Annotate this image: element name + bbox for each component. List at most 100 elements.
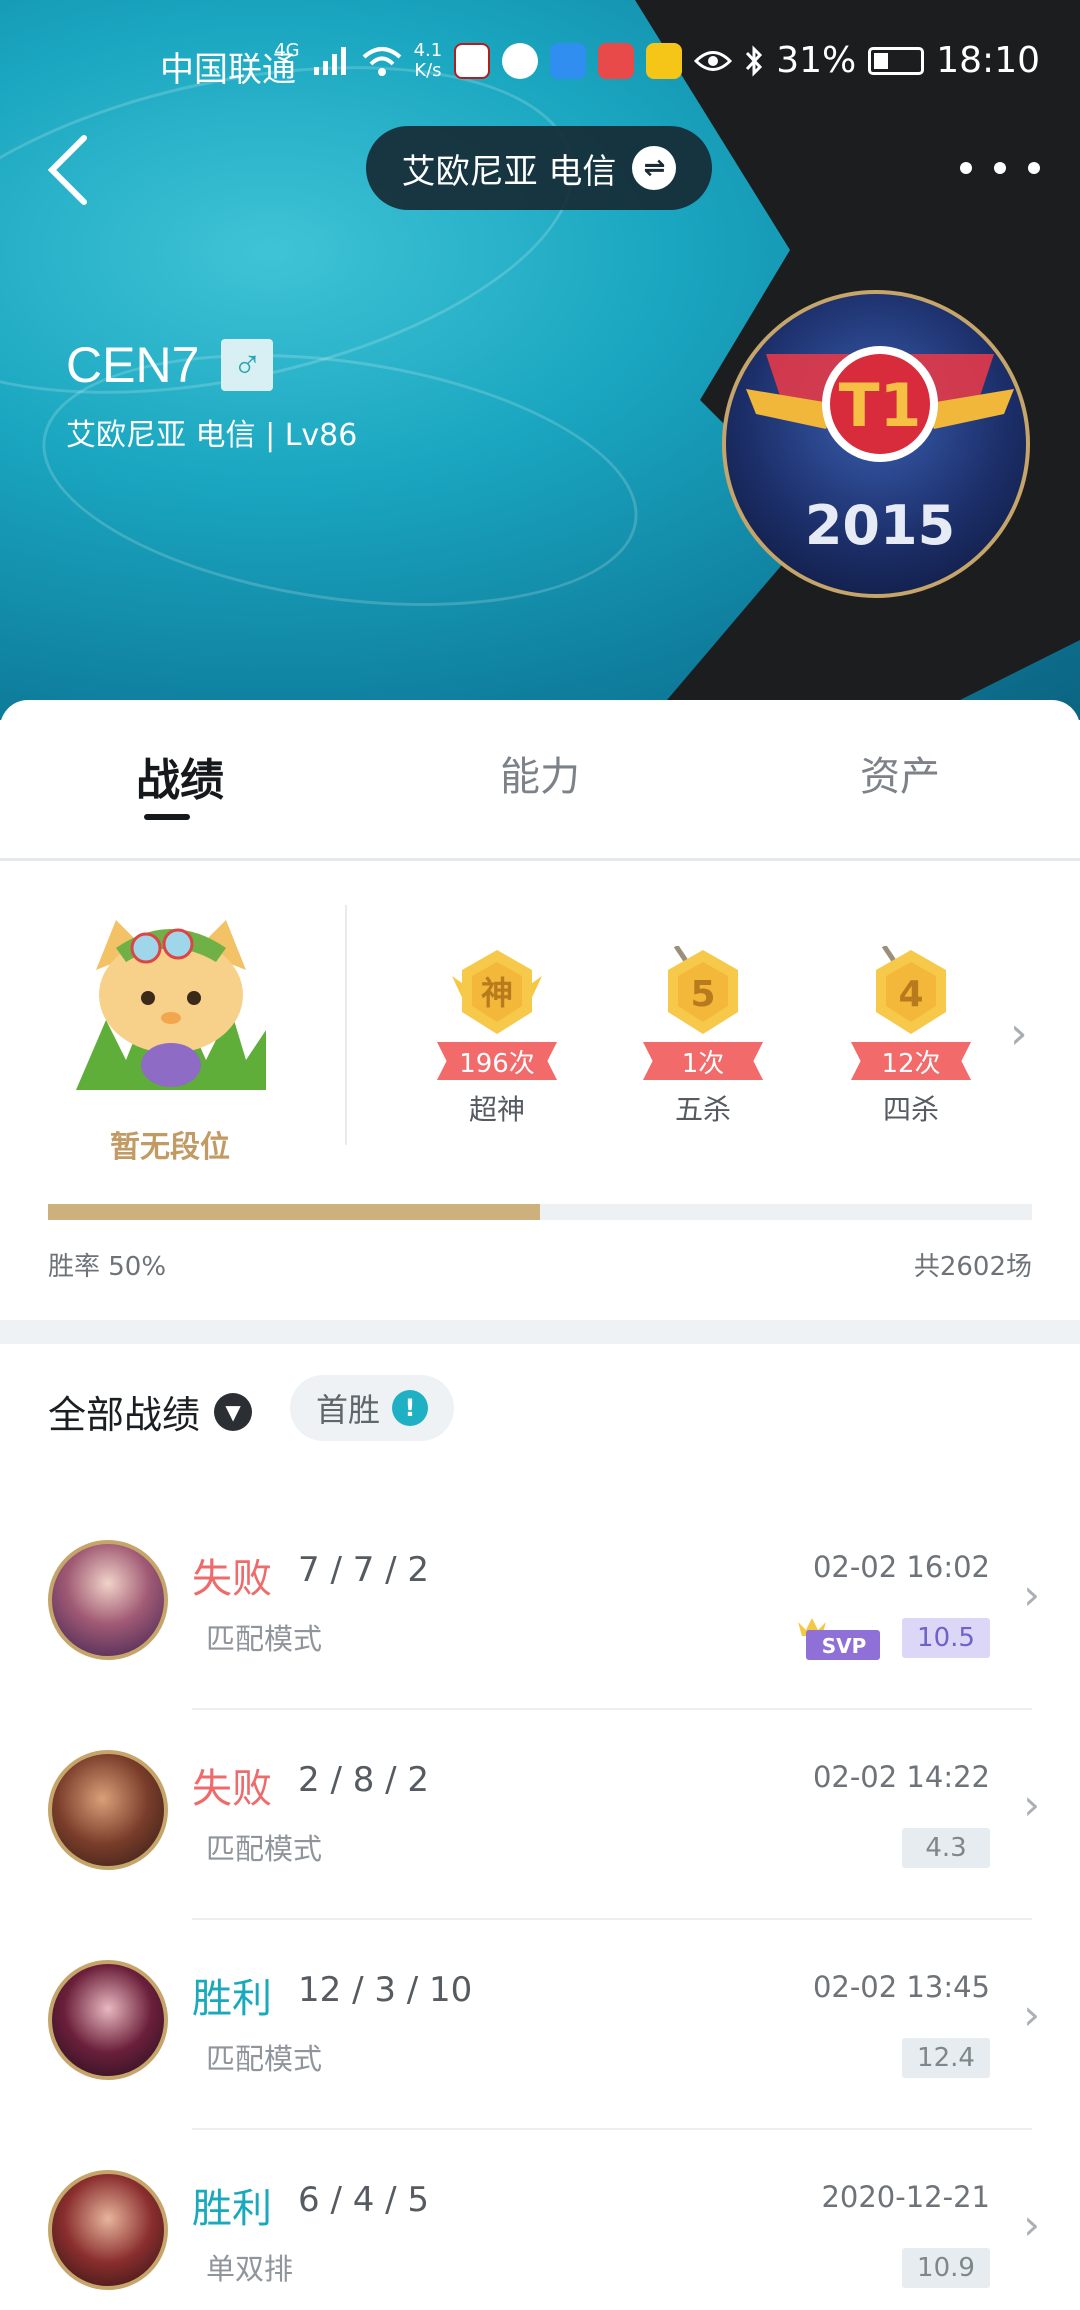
badge-legendary[interactable]: 神 196次 超神 [432,946,562,1126]
match-mode: 匹配模式 [206,1832,323,1866]
match-result: 胜利 [192,2186,272,2232]
server-switch-button[interactable]: 艾欧尼亚 电信 ⇌ [366,126,712,210]
all-records-dropdown[interactable]: 全部战绩 ▼ [48,1384,253,1439]
badge-name: 四杀 [882,1093,939,1126]
avatar-logo-text: T1 [839,371,922,441]
network-type: 4G [274,40,300,61]
mail-notification-icon [646,42,683,79]
badge-count: 196次 [437,1042,557,1080]
section-divider [0,1320,1080,1344]
match-score: 12.4 [902,2038,990,2078]
quadrakill-badge-icon: 4 [866,944,956,1038]
player-profile-page: 中国联通 4G 4.1 K/s 31% 18:10 艾欧尼亚 电信 ⇌ CEN7… [0,0,1080,2310]
dot-icon [994,162,1006,174]
match-kda: 7 / 7 / 2 [298,1550,430,1590]
avatar-year-text: 2015 [805,494,955,557]
teemo-rank-icon [76,920,266,1090]
badge-count: 12次 [851,1042,971,1080]
match-mode: 匹配模式 [206,1622,323,1656]
player-name-row: CEN7 ♂ [66,336,274,394]
player-avatar[interactable]: T1 2015 [722,290,1030,598]
champion-avatar [48,1540,168,1660]
back-button[interactable] [40,130,100,210]
match-row[interactable]: 胜利 6 / 4 / 5 单双排 2020-12-21 10.9 › [0,2130,1080,2310]
win-rate-progress-fill [48,1204,540,1220]
speed-value: 4.1 [413,39,443,61]
badge-glyph: 4 [898,974,923,1015]
badge-pentakill[interactable]: 5 1次 五杀 [638,944,768,1126]
network-speed: 4.1 K/s [413,39,443,81]
info-icon: ! [392,1390,428,1426]
app-notification-icon [454,42,491,79]
badge-glyph: 5 [690,974,715,1015]
svp-badge: SVP [798,1616,880,1660]
chevron-right-icon: › [1023,1990,1040,2039]
tab-record[interactable]: 战绩 [136,744,224,808]
status-right: 4G 4.1 K/s 31% 18:10 [274,40,1040,81]
tab-ability[interactable]: 能力 [500,744,580,802]
match-result: 失败 [192,1556,272,1602]
win-rate-progress-bar [48,1204,1032,1220]
badge-glyph: 神 [481,974,513,1012]
first-win-label: 首胜 [315,1391,380,1429]
svp-label: SVP [822,1634,867,1658]
match-row[interactable]: 失败 7 / 7 / 2 匹配模式 02-02 16:02 SVP 10.5 › [0,1500,1080,1710]
message-notification-icon [502,42,539,79]
win-rate-label: 胜率 50% [48,1252,167,1282]
chevron-right-icon: › [1023,2200,1040,2249]
rank-label: 暂无段位 [110,1130,230,1165]
match-score: 4.3 [902,1828,990,1868]
vertical-divider [345,905,347,1145]
clock: 18:10 [936,40,1040,81]
more-options-button[interactable] [960,140,1040,196]
champion-avatar [48,2170,168,2290]
total-games-label: 共2602场 [913,1252,1032,1282]
match-kda: 2 / 8 / 2 [298,1760,430,1800]
legendary-badge-icon: 神 [452,946,542,1038]
match-row[interactable]: 失败 2 / 8 / 2 匹配模式 02-02 14:22 4.3 › [0,1710,1080,1920]
badges-more-chevron-icon[interactable]: › [1010,1008,1028,1059]
chevron-left-icon [47,135,87,205]
all-records-label: 全部战绩 [48,1393,201,1437]
badge-count: 1次 [643,1042,763,1080]
server-label: 艾欧尼亚 电信 [401,151,617,192]
badge-quadrakill[interactable]: 4 12次 四杀 [846,944,976,1126]
champion-avatar [48,1960,168,2080]
speed-unit: K/s [414,59,442,81]
tab-assets[interactable]: 资产 [860,744,940,802]
eye-icon [694,50,733,71]
t1-logo-icon: T1 2015 [746,346,1014,557]
match-row[interactable]: 胜利 12 / 3 / 10 匹配模式 02-02 13:45 12.4 › [0,1920,1080,2130]
match-kda: 6 / 4 / 5 [298,2180,430,2220]
champion-avatar [48,1750,168,1870]
status-bar: 中国联通 4G 4.1 K/s 31% 18:10 [0,36,1080,90]
card-notification-icon [550,42,587,79]
player-name: CEN7 [66,337,200,393]
match-result: 失败 [192,1766,272,1812]
match-score: 10.9 [902,2248,990,2288]
battery-icon [868,46,925,75]
wifi-icon [362,46,401,76]
player-server-level: 艾欧尼亚 电信 | Lv86 [66,418,358,453]
match-score: 10.5 [902,1618,990,1658]
chevron-right-icon: › [1023,1570,1040,1619]
battery-percent: 31% [776,40,857,81]
active-tab-indicator [144,814,190,820]
divider [0,858,1080,861]
match-time: 02-02 13:45 [812,1970,990,2004]
dot-icon [1028,162,1040,174]
first-win-chip[interactable]: 首胜 ! [290,1375,454,1441]
dot-icon [960,162,972,174]
match-time: 2020-12-21 [821,2180,990,2214]
pentakill-badge-icon: 5 [658,944,748,1038]
match-result: 胜利 [192,1976,272,2022]
bluetooth-icon [746,44,763,77]
chevron-down-icon: ▼ [214,1392,253,1431]
swap-icon: ⇌ [632,146,677,190]
chevron-right-icon: › [1023,1780,1040,1829]
signal-icon [313,46,346,75]
profile-header: 中国联通 4G 4.1 K/s 31% 18:10 艾欧尼亚 电信 ⇌ CEN7… [0,0,1080,720]
male-gender-icon: ♂ [221,339,274,391]
store-notification-icon [598,42,635,79]
rank-emblem[interactable] [66,900,276,1100]
